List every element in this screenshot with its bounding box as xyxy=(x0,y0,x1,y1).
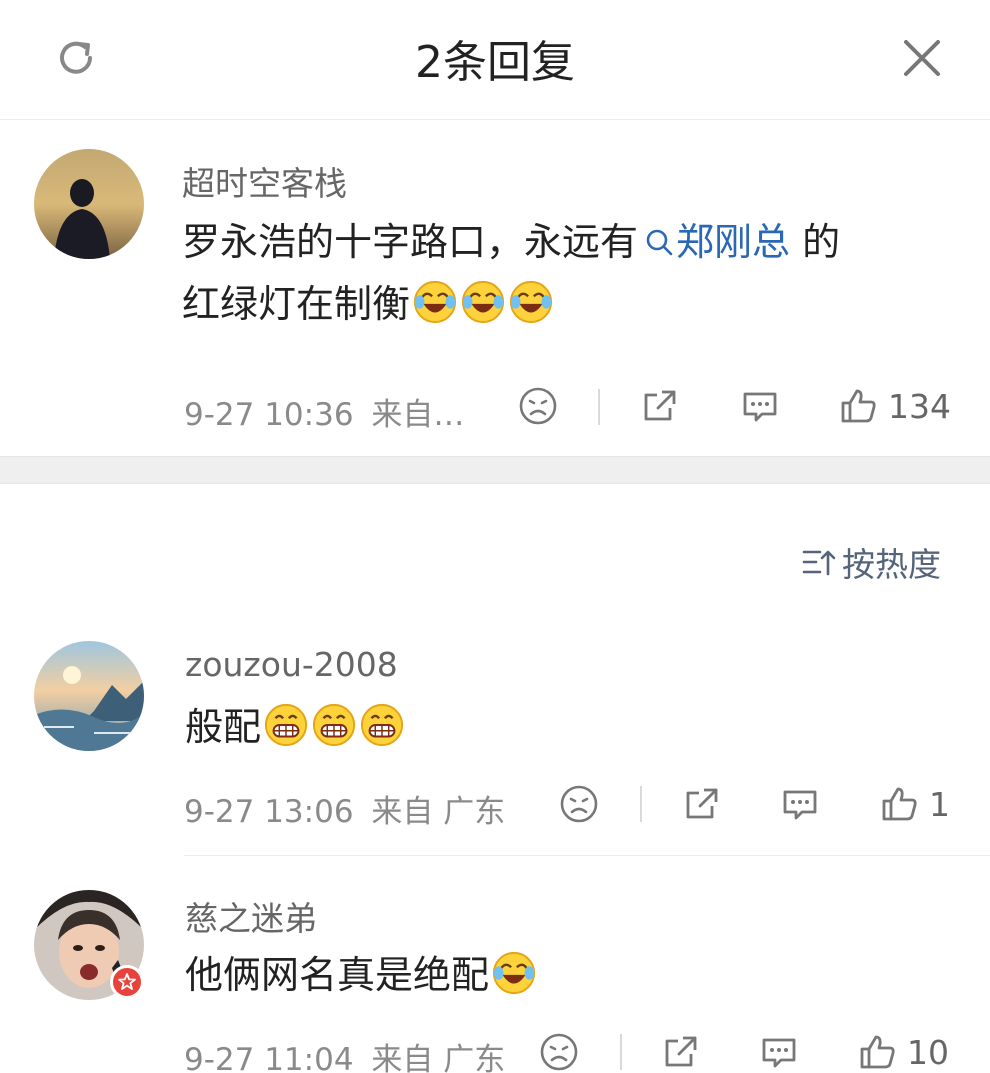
timestamp: 9-27 13:06 xyxy=(184,794,354,830)
comment-icon xyxy=(740,386,780,426)
laugh-cry-emoji xyxy=(508,279,554,325)
location: 来自 广东 xyxy=(371,1042,506,1073)
topic-link[interactable]: 郑刚总 xyxy=(638,220,790,264)
sort-by-hot-button[interactable]: 按热度 xyxy=(800,538,941,586)
divider xyxy=(640,786,642,822)
section-divider xyxy=(0,456,990,484)
location: 来自… xyxy=(371,397,465,433)
grin-emoji xyxy=(263,702,309,748)
sad-face-icon xyxy=(539,1032,579,1072)
comment-text: 罗永浩的十字路口，永远有 郑刚总 的 红绿灯在制衡 xyxy=(182,211,942,335)
dislike-button[interactable] xyxy=(559,784,599,824)
comment-button[interactable] xyxy=(740,386,780,426)
reply-text-body: 般配 xyxy=(185,705,262,749)
dislike-button[interactable] xyxy=(518,386,558,426)
share-icon xyxy=(661,1032,701,1072)
reply-author[interactable]: 慈之迷弟 xyxy=(185,892,317,940)
close-icon[interactable] xyxy=(896,32,948,84)
like-count: 134 xyxy=(888,386,951,426)
like-button[interactable]: 10 xyxy=(857,1032,949,1072)
comment-author[interactable]: 超时空客栈 xyxy=(182,157,347,205)
sad-face-icon xyxy=(518,386,558,426)
comment-text-part: 罗永浩的十字路口，永远有 xyxy=(182,220,639,264)
reply-text-body: 他俩网名真是绝配 xyxy=(185,953,490,997)
comment-text-line2: 红绿灯在制衡 xyxy=(182,282,411,326)
comment-text-part: 的 xyxy=(790,220,841,264)
share-button[interactable] xyxy=(661,1032,701,1072)
thumbs-up-icon xyxy=(838,386,878,426)
row-divider xyxy=(184,855,990,856)
share-button[interactable] xyxy=(640,386,680,426)
grin-emoji xyxy=(311,702,357,748)
comment-meta: 9-27 10:36 来自… xyxy=(184,389,464,434)
divider xyxy=(598,389,600,425)
topic-link-label: 郑刚总 xyxy=(676,220,791,264)
share-icon xyxy=(640,386,680,426)
timestamp: 9-27 11:04 xyxy=(184,1042,354,1073)
comment-icon xyxy=(780,784,820,824)
comment-button[interactable] xyxy=(759,1032,799,1072)
comment-icon xyxy=(759,1032,799,1072)
thumbs-up-icon xyxy=(879,784,919,824)
laugh-cry-emoji xyxy=(412,279,458,325)
search-icon xyxy=(646,229,673,256)
sort-label: 按热度 xyxy=(842,545,941,584)
reply-meta: 9-27 11:04 来自 广东 xyxy=(184,1034,505,1073)
reply-text: 般配 xyxy=(185,696,405,758)
verified-badge-icon xyxy=(110,965,144,999)
page-title: 2条回复 xyxy=(415,37,575,88)
avatar[interactable] xyxy=(34,149,144,259)
avatar[interactable] xyxy=(34,641,144,751)
reply-panel-header: 2条回复 xyxy=(0,0,990,120)
original-comment: 超时空客栈 罗永浩的十字路口，永远有 郑刚总 的 红绿灯在制衡 9-27 10:3… xyxy=(0,121,990,455)
laugh-cry-emoji xyxy=(460,279,506,325)
timestamp: 9-27 10:36 xyxy=(184,397,354,433)
like-button[interactable]: 1 xyxy=(879,784,950,824)
sad-face-icon xyxy=(559,784,599,824)
sort-icon xyxy=(802,550,836,576)
reply-author[interactable]: zouzou-2008 xyxy=(185,645,398,684)
like-count: 10 xyxy=(907,1032,949,1072)
thumbs-up-icon xyxy=(857,1032,897,1072)
grin-emoji xyxy=(359,702,405,748)
like-count: 1 xyxy=(929,784,950,824)
divider xyxy=(620,1034,622,1070)
share-button[interactable] xyxy=(682,784,722,824)
like-button[interactable]: 134 xyxy=(838,386,951,426)
share-icon xyxy=(682,784,722,824)
comment-button[interactable] xyxy=(780,784,820,824)
dislike-button[interactable] xyxy=(539,1032,579,1072)
location: 来自 广东 xyxy=(371,794,506,830)
reply-text: 他俩网名真是绝配 xyxy=(185,944,537,1006)
laugh-cry-emoji xyxy=(491,950,537,996)
reply-meta: 9-27 13:06 来自 广东 xyxy=(184,786,505,831)
